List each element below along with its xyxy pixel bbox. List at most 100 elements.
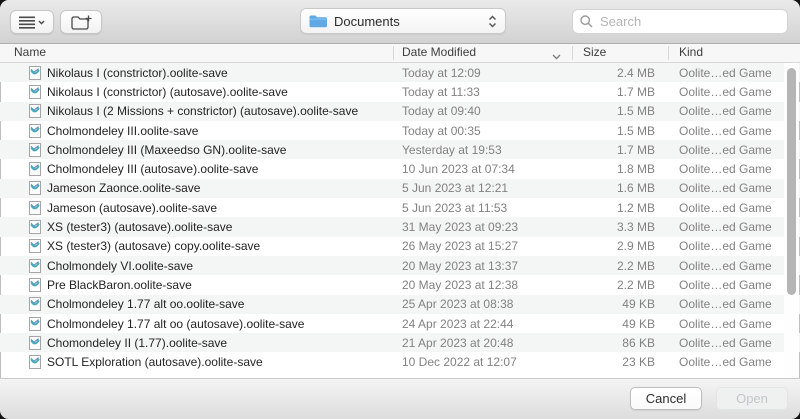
file-size: 1.5 MB [572, 104, 668, 118]
table-row[interactable]: XS (tester3) (autosave) copy.oolite-save… [0, 237, 800, 256]
oolite-save-file-icon [29, 124, 41, 138]
file-kind: Oolite…ed Game [668, 104, 785, 118]
table-row[interactable]: Cholmondeley 1.77 alt oo (autosave).ooli… [0, 314, 800, 333]
table-row[interactable]: Cholmondeley III (Maxeedso GN).oolite-sa… [0, 140, 800, 159]
file-date-modified: 10 Jun 2023 at 07:34 [393, 162, 572, 176]
location-popup-button[interactable]: Documents [300, 8, 506, 34]
file-kind: Oolite…ed Game [668, 143, 785, 157]
oolite-save-file-icon [29, 104, 41, 118]
table-row[interactable]: Cholmondeley 1.77 alt oo.oolite-save 25 … [0, 295, 800, 314]
file-date-modified: 24 Apr 2023 at 22:44 [393, 317, 572, 331]
oolite-save-file-icon [29, 181, 41, 195]
column-header-name[interactable]: Name [14, 44, 46, 62]
file-kind: Oolite…ed Game [668, 181, 785, 195]
dialog-footer: Cancel Open [0, 378, 800, 419]
oolite-save-file-icon [29, 355, 41, 369]
dialog-toolbar: Documents [0, 0, 800, 44]
oolite-save-file-icon [29, 239, 41, 253]
table-row[interactable]: Cholmondeley III (autosave).oolite-save … [0, 159, 800, 178]
new-folder-icon [71, 15, 92, 30]
file-kind: Oolite…ed Game [668, 66, 785, 80]
table-row[interactable]: Cholmondeley III.oolite-save Today at 00… [0, 121, 800, 140]
oolite-save-file-icon [29, 317, 41, 331]
table-row[interactable]: Cholmondely VI.oolite-save 20 May 2023 a… [0, 256, 800, 275]
view-options-button[interactable] [10, 10, 54, 34]
file-size: 2.2 MB [572, 278, 668, 292]
scrollbar-thumb[interactable] [787, 68, 796, 295]
file-size: 2.4 MB [572, 66, 668, 80]
column-header-size[interactable]: Size [583, 44, 606, 62]
list-view-icon [19, 16, 35, 29]
file-list: Nikolaus I (constrictor).oolite-save Tod… [0, 63, 800, 372]
file-size: 1.5 MB [572, 124, 668, 138]
file-date-modified: Today at 00:35 [393, 124, 572, 138]
file-date-modified: 25 Apr 2023 at 08:38 [393, 297, 572, 311]
table-row[interactable]: Jameson Zaonce.oolite-save 5 Jun 2023 at… [0, 179, 800, 198]
file-kind: Oolite…ed Game [668, 297, 785, 311]
file-name: Cholmondeley III (Maxeedso GN).oolite-sa… [47, 143, 286, 157]
table-row[interactable]: Nikolaus I (constrictor) (autosave).ooli… [0, 82, 800, 101]
column-divider[interactable] [668, 46, 669, 60]
chevron-down-icon [38, 20, 45, 25]
file-name: Cholmondeley 1.77 alt oo (autosave).ooli… [47, 317, 304, 331]
table-row[interactable]: Chomondeley II (1.77).oolite-save 21 Apr… [0, 333, 800, 352]
file-date-modified: 26 May 2023 at 15:27 [393, 239, 572, 253]
location-popup-label: Documents [334, 14, 400, 29]
file-size: 3.3 MB [572, 220, 668, 234]
file-name: Pre BlackBaron.oolite-save [47, 278, 192, 292]
open-button[interactable]: Open [716, 387, 788, 410]
table-row[interactable]: Pre BlackBaron.oolite-save 20 May 2023 a… [0, 275, 800, 294]
file-name: Nikolaus I (2 Missions + constrictor) (a… [47, 104, 358, 118]
file-name: Jameson (autosave).oolite-save [47, 201, 217, 215]
file-date-modified: 5 Jun 2023 at 12:21 [393, 181, 572, 195]
file-kind: Oolite…ed Game [668, 259, 785, 273]
table-row[interactable]: XS (tester3) (autosave).oolite-save 31 M… [0, 217, 800, 236]
file-kind: Oolite…ed Game [668, 124, 785, 138]
search-field[interactable] [572, 9, 788, 34]
column-header-kind[interactable]: Kind [679, 44, 703, 62]
file-name: Cholmondely VI.oolite-save [47, 259, 193, 273]
file-kind: Oolite…ed Game [668, 317, 785, 331]
oolite-save-file-icon [29, 278, 41, 292]
file-name: Jameson Zaonce.oolite-save [47, 181, 200, 195]
screen: Documents Name Date Modified Size [0, 0, 800, 419]
file-name: XS (tester3) (autosave) copy.oolite-save [47, 239, 260, 253]
file-kind: Oolite…ed Game [668, 85, 785, 99]
file-kind: Oolite…ed Game [668, 162, 785, 176]
cancel-button[interactable]: Cancel [630, 387, 702, 410]
column-divider[interactable] [393, 46, 394, 60]
file-name: Cholmondeley 1.77 alt oo.oolite-save [47, 297, 244, 311]
file-date-modified: 20 May 2023 at 12:38 [393, 278, 572, 292]
column-header-date-modified[interactable]: Date Modified [402, 44, 476, 62]
open-file-dialog: Documents Name Date Modified Size [0, 0, 800, 419]
scrollbar-track[interactable] [784, 63, 799, 377]
table-row[interactable]: SOTL Exploration (autosave).oolite-save … [0, 352, 800, 371]
file-kind: Oolite…ed Game [668, 336, 785, 350]
file-size: 1.6 MB [572, 181, 668, 195]
oolite-save-file-icon [29, 259, 41, 273]
blue-folder-icon [309, 15, 327, 28]
search-input[interactable] [598, 13, 780, 30]
column-divider[interactable] [572, 46, 573, 60]
file-size: 2.2 MB [572, 259, 668, 273]
file-date-modified: Today at 11:33 [393, 85, 572, 99]
column-header-row: Name Date Modified Size Kind [0, 44, 800, 63]
file-name: Chomondeley II (1.77).oolite-save [47, 336, 227, 350]
new-folder-button[interactable] [60, 10, 102, 34]
table-row[interactable]: Jameson (autosave).oolite-save 5 Jun 202… [0, 198, 800, 217]
file-date-modified: 10 Dec 2022 at 12:07 [393, 355, 572, 369]
file-name: XS (tester3) (autosave).oolite-save [47, 220, 232, 234]
file-name: Nikolaus I (constrictor).oolite-save [47, 66, 228, 80]
search-icon [580, 15, 593, 28]
file-kind: Oolite…ed Game [668, 220, 785, 234]
oolite-save-file-icon [29, 162, 41, 176]
table-row[interactable]: Nikolaus I (constrictor).oolite-save Tod… [0, 63, 800, 82]
oolite-save-file-icon [29, 201, 41, 215]
file-kind: Oolite…ed Game [668, 355, 785, 369]
file-date-modified: 21 Apr 2023 at 20:48 [393, 336, 572, 350]
oolite-save-file-icon [29, 143, 41, 157]
oolite-save-file-icon [29, 85, 41, 99]
file-size: 86 KB [572, 336, 668, 350]
file-date-modified: 5 Jun 2023 at 11:53 [393, 201, 572, 215]
table-row[interactable]: Nikolaus I (2 Missions + constrictor) (a… [0, 102, 800, 121]
